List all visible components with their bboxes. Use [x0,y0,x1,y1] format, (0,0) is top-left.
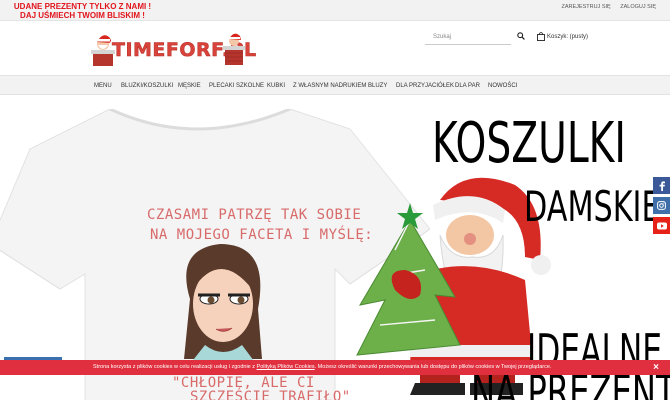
cookie-text-before: Strona korzysta z plików cookies w celu … [93,364,257,370]
nav-item-bluzki-koszulki[interactable]: BLUZKI/KOSZULKI [121,83,173,89]
register-link[interactable]: ZAREJESTRUJ SIĘ [562,4,611,10]
cookie-text-after: . Możesz określić warunki przechowywania… [314,364,552,370]
nav-item-kubki[interactable]: KUBKI [267,83,285,89]
account-links: ZAREJESTRUJ SIĘ ZALOGUJ SIĘ [554,4,657,10]
nav-item-meskie[interactable]: MĘSKIE [178,83,201,89]
search-input[interactable]: Szukaj [425,31,511,45]
facebook-icon [659,180,665,191]
social-sidebar [653,177,670,237]
nav-item-plecaki-szkolne[interactable]: PLECAKI SZKOLNE [209,83,264,89]
header: TIMEFORF.PL Szukaj Koszyk: (pusty) [0,21,670,75]
promo-line-1: UDANE PREZENTY TYLKO Z NAMI ! [13,2,152,11]
hero-banner[interactable]: CZASAMI PATRZĘ TAK SOBIE NA MOJEGO FACET… [0,95,670,400]
nav-item-nowosci[interactable]: NOWOŚCI [488,83,517,89]
banner-heading-damskie: DAMSKIE [524,182,661,231]
facebook-button[interactable] [653,177,670,194]
cookie-message: Strona korzysta z plików cookies w celu … [93,364,551,370]
page: UDANE PREZENTY TYLKO Z NAMI ! DAJ UŚMIEC… [0,0,670,400]
youtube-icon [656,222,667,229]
cookie-bar: Strona korzysta z plików cookies w celu … [0,360,670,375]
shirt-line-1: CZASAMI PATRZĘ TAK SOBIE [147,207,362,223]
instagram-button[interactable] [653,197,670,214]
nav-item-bluzy[interactable]: BLUZY [368,83,387,89]
site-logo[interactable]: TIMEFORF.PL [88,31,256,67]
nav-item-z-wlasnym-nadrukiem[interactable]: Z WŁASNYM NADRUKIEM [293,83,366,89]
main-navigation: MENU BLUZKI/KOSZULKI MĘSKIE PLECAKI SZKO… [0,75,670,95]
top-bar: UDANE PREZENTY TYLKO Z NAMI ! DAJ UŚMIEC… [0,0,670,21]
login-link[interactable]: ZALOGUJ SIĘ [620,4,656,10]
banner-heading-koszulki: KOSZULKI [432,111,626,176]
shirt-line-2: NA MOJEGO FACETA I MYŚLĘ: [150,227,374,243]
cookie-policy-link[interactable]: Polityką Plików Cookies [257,364,315,370]
shirt-line-4: SZCZĘŚCIE TRAFIŁO" [190,389,351,400]
shopping-bag-icon [537,32,545,41]
nav-item-dla-przyjaciolek[interactable]: DLA PRZYJACIÓŁEK [396,83,454,89]
cart-label: Koszyk: (pusty) [547,34,589,41]
search-icon[interactable] [517,32,525,40]
cart-link[interactable]: Koszyk: (pusty) [537,32,588,41]
nav-item-menu[interactable]: MENU [94,83,112,89]
santa-chimney-icon [223,33,245,65]
youtube-button[interactable] [653,217,670,234]
cookie-close-button[interactable]: × [653,362,659,373]
promo-line-2: DAJ UŚMIECH TWOIM BLISKIM ! [20,11,145,20]
nav-item-dla-par[interactable]: DLA PAR [455,83,480,89]
promo-message: UDANE PREZENTY TYLKO Z NAMI ! DAJ UŚMIEC… [0,2,165,20]
instagram-icon [657,201,666,210]
